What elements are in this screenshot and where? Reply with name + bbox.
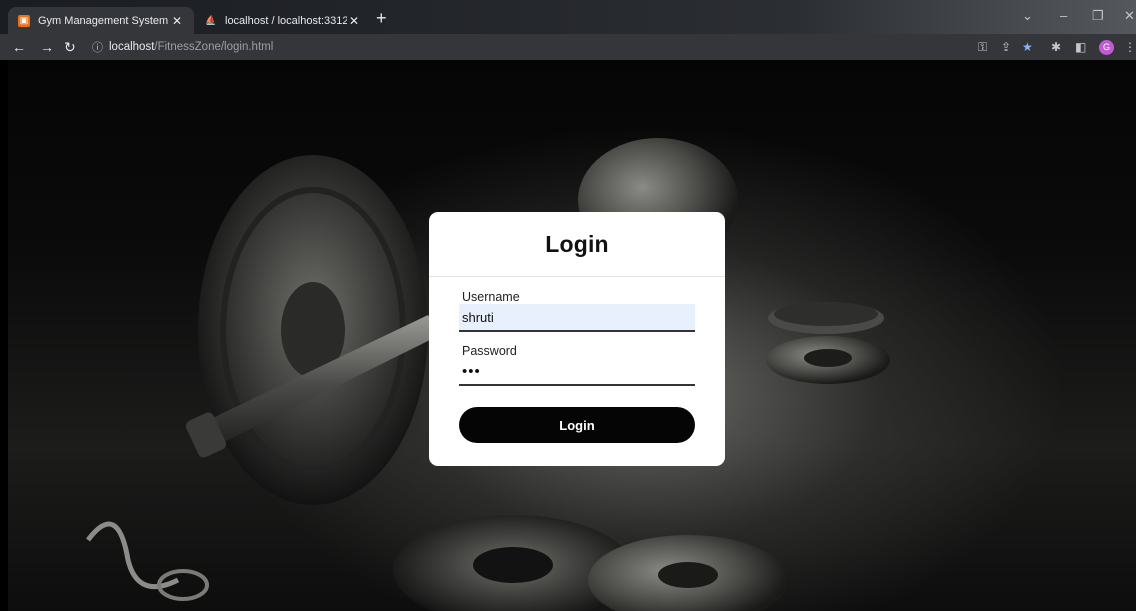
login-card: Login Username Password Login (429, 212, 725, 466)
info-icon[interactable]: ⓘ (92, 39, 103, 55)
address-bar[interactable]: ⓘ localhost/FitnessZone/login.html (88, 37, 958, 57)
side-panel-icon[interactable]: ◧ (1075, 40, 1086, 54)
phpmyadmin-favicon-icon: ⛵ (205, 15, 217, 25)
gym-favicon-icon: ▣ (18, 14, 30, 27)
username-label: Username (462, 290, 520, 304)
share-icon[interactable]: ⇪ (1001, 40, 1011, 54)
tab-title: Gym Management System (38, 14, 169, 27)
minimize-icon[interactable]: – (1060, 8, 1067, 23)
restore-icon[interactable]: ❐ (1092, 8, 1104, 24)
url-path: /FitnessZone/login.html (154, 41, 274, 53)
browser-toolbar: ← → ↻ ⓘ localhost/FitnessZone/login.html… (0, 34, 1136, 60)
tab-title: localhost / localhost:3312 / fitnes (225, 14, 347, 27)
close-icon[interactable]: ✕ (170, 14, 184, 28)
login-button[interactable]: Login (459, 407, 695, 443)
forward-arrow-icon[interactable]: → (40, 37, 54, 57)
window-close-icon[interactable]: ✕ (1124, 8, 1135, 24)
card-divider (429, 276, 725, 277)
password-label: Password (462, 344, 517, 358)
key-icon[interactable]: ⚿ (978, 40, 987, 54)
tab-gym-management[interactable]: ▣ Gym Management System ✕ (8, 7, 194, 34)
bookmark-star-icon[interactable]: ★ (1022, 40, 1033, 54)
url-host: localhost (109, 41, 155, 53)
login-title: Login (545, 231, 609, 257)
browser-tab-strip: ▣ Gym Management System ✕ ⛵ localhost / … (0, 0, 1136, 34)
back-arrow-icon[interactable]: ← (12, 37, 26, 57)
menu-dots-icon[interactable]: ⋮ (1124, 40, 1136, 54)
tab-search-chevron-icon[interactable]: ⌄ (1022, 8, 1033, 24)
reload-icon[interactable]: ↻ (64, 37, 76, 57)
tab-phpmyadmin[interactable]: ⛵ localhost / localhost:3312 / fitnes ✕ (195, 7, 371, 34)
password-input[interactable] (459, 358, 695, 386)
password-field-group: Password (459, 344, 695, 386)
extensions-puzzle-icon[interactable]: ✱ (1051, 40, 1061, 54)
profile-avatar[interactable]: G (1099, 40, 1114, 55)
username-input[interactable] (459, 304, 695, 332)
username-field-group: Username (459, 290, 695, 332)
new-tab-button[interactable]: + (376, 9, 387, 27)
close-icon[interactable]: ✕ (347, 14, 361, 28)
